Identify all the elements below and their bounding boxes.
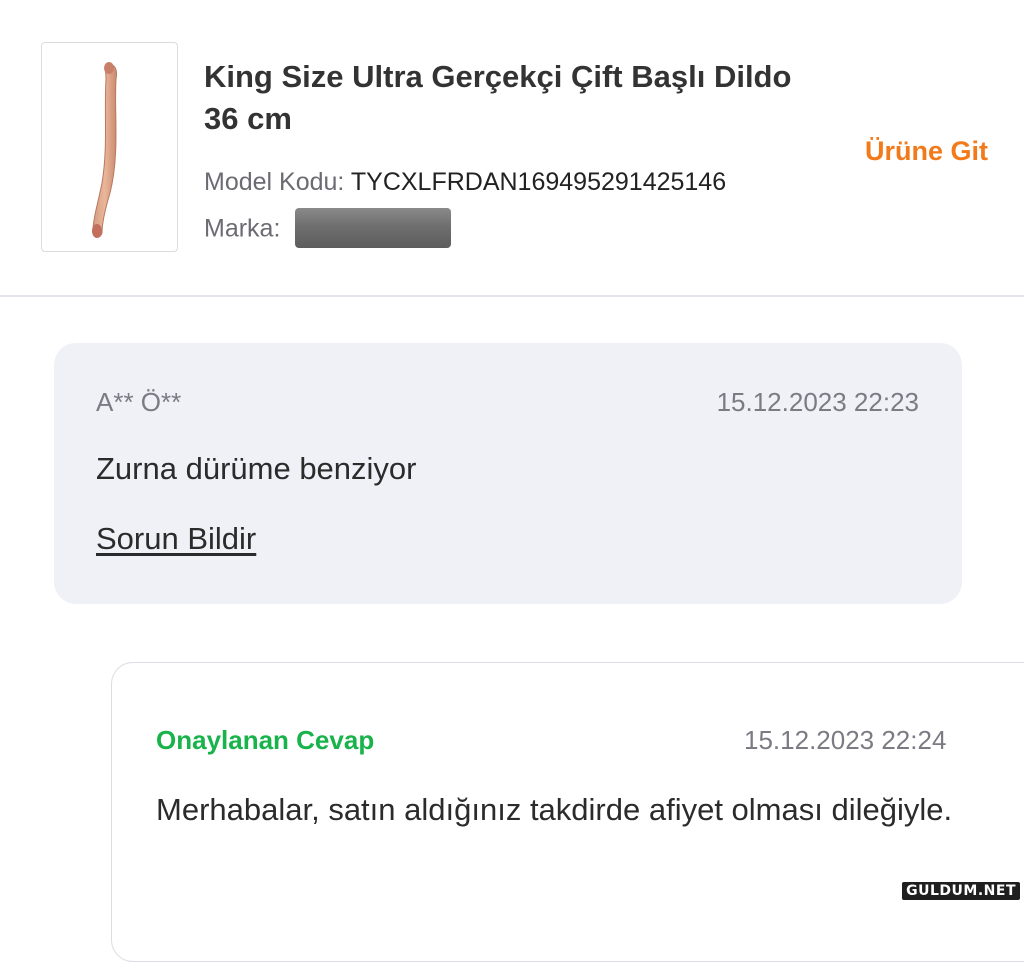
- product-header: King Size Ultra Gerçekçi Çift Başlı Dild…: [0, 0, 1024, 297]
- product-image-graphic: [92, 62, 117, 238]
- product-title: King Size Ultra Gerçekçi Çift Başlı Dild…: [204, 59, 792, 136]
- report-issue-link[interactable]: Sorun Bildir: [96, 521, 256, 557]
- model-code-row: Model Kodu: TYCXLFRDAN169495291425146: [204, 166, 726, 198]
- brand-row: Marka:: [204, 208, 452, 248]
- answer-text: Merhabalar, satın aldığınız takdirde afi…: [156, 792, 953, 827]
- model-code-label: Model Kodu:: [204, 168, 345, 196]
- answer-date: 15.12.2023 22:24: [744, 725, 947, 755]
- model-code-value: TYCXLFRDAN169495291425146: [350, 168, 727, 196]
- question-author: A** Ö**: [96, 387, 182, 417]
- question-card: A** Ö** 15.12.2023 22:23 Zurna dürüme be…: [54, 343, 962, 604]
- approved-answer-label: Onaylanan Cevap: [156, 725, 375, 755]
- brand-label: Marka:: [204, 214, 281, 243]
- go-to-product-link[interactable]: Ürüne Git: [865, 134, 988, 168]
- site-watermark: GULDUM.NET: [902, 882, 1020, 900]
- product-image[interactable]: [41, 42, 178, 252]
- answer-card: Onaylanan Cevap 15.12.2023 22:24 Merhaba…: [111, 662, 1024, 962]
- brand-redacted-block: [295, 208, 452, 248]
- question-date: 15.12.2023 22:23: [716, 387, 919, 417]
- question-text: Zurna dürüme benziyor: [96, 451, 417, 486]
